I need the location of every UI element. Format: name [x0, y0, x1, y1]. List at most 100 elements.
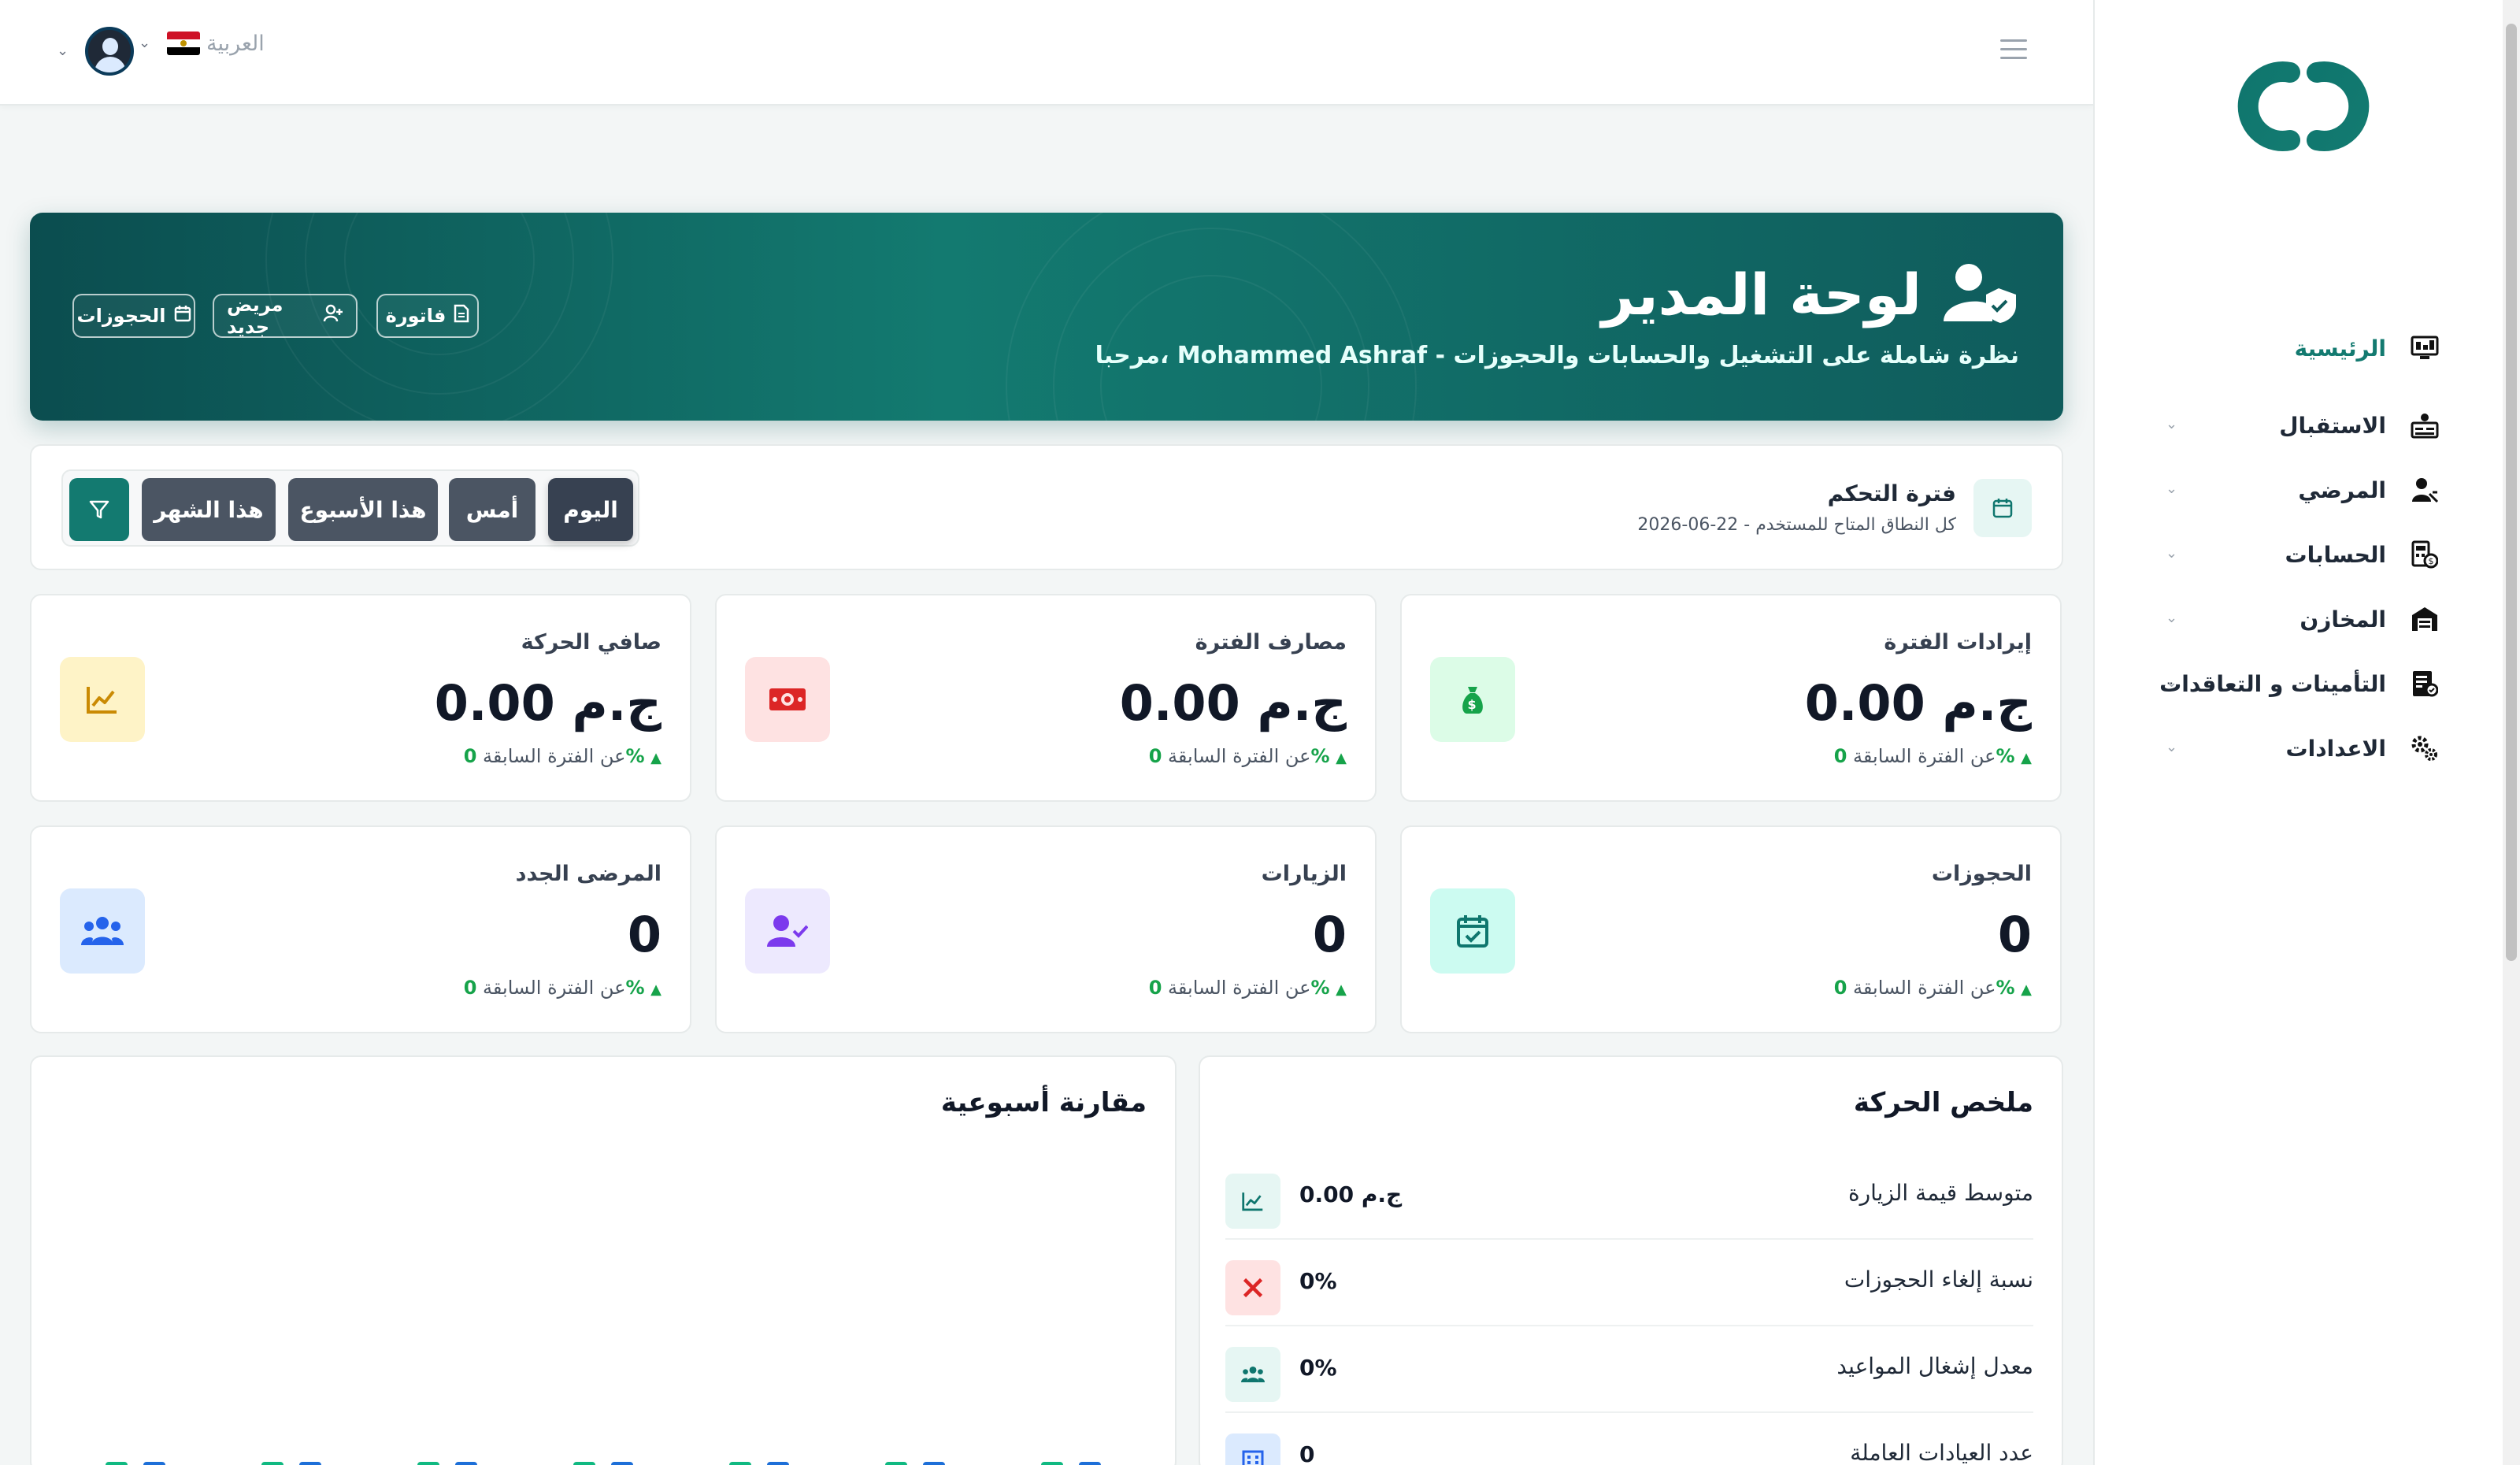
sidebar-item-accounts[interactable]: ⌄ الحسابات $ [2109, 532, 2440, 577]
svg-text:$: $ [2429, 556, 2434, 566]
user-check-icon [745, 888, 830, 974]
summary-title: ملخص الحركة [1853, 1087, 2033, 1118]
chart-bar [767, 1462, 789, 1465]
stat-card-title: إيرادات الفترة [1884, 630, 2032, 655]
sidebar-item-settings[interactable]: ⌄ الاعدادات [2109, 726, 2440, 770]
stat-card-value: ج.م 0.00 [434, 674, 662, 732]
sidebar-item-reception[interactable]: ⌄ الاستقبال [2109, 403, 2440, 447]
period-yesterday-button[interactable]: أمس [449, 478, 536, 541]
hero-banner: لوحة المدير مرحبا، Mohammed Ashraf - نظر… [30, 213, 2063, 421]
chart-bar [729, 1462, 751, 1465]
summary-row-label: معدل إشغال المواعيد [1836, 1353, 2033, 1379]
period-range: 2026-06-22 - كل النطاق المتاح للمستخدم [1637, 515, 1956, 535]
summary-row-label: عدد العيادات العاملة [1850, 1440, 2033, 1465]
invoice-button[interactable]: فاتورة [376, 294, 479, 338]
sidebar: الرئيسية ⌄ الاستقبال ⌄ المرضي ⌄ الحسابات… [2093, 0, 2503, 1465]
summary-row: معدل إشغال المواعيد 0% [1225, 1326, 2033, 1413]
stat-card: الحجوزات 0 عن الفترة السابقة 0% ▲ [1400, 825, 2062, 1033]
chevron-down-icon[interactable]: ⌄ [139, 35, 150, 51]
stat-card-value: ج.م 0.00 [1119, 674, 1347, 732]
chart-bar [1079, 1462, 1101, 1465]
period-week-button[interactable]: هذا الأسبوع [288, 478, 438, 541]
filter-button[interactable] [69, 478, 129, 541]
app-logo [2237, 61, 2370, 151]
summary-row: متوسط قيمة الزيارة 0.00 ج.م [1225, 1153, 2033, 1240]
summary-row-value: 0% [1299, 1268, 1337, 1294]
caret-up-icon: ▲ [650, 981, 662, 998]
sidebar-item-warehouses[interactable]: ⌄ المخازن [2109, 597, 2440, 641]
stat-card-change: عن الفترة السابقة 0% ▲ [463, 977, 662, 999]
patient-icon [2410, 475, 2440, 505]
language-selector[interactable]: العربية [206, 32, 265, 56]
insurance-icon [2410, 669, 2440, 699]
stat-card: صافي الحركة ج.م 0.00 عن الفترة السابقة 0… [30, 594, 691, 802]
chart-bar [923, 1462, 945, 1465]
page-scrollbar[interactable] [2503, 0, 2520, 1465]
caret-up-icon: ▲ [2021, 750, 2032, 766]
chart-line-icon [1225, 1174, 1280, 1229]
stat-card-change: عن الفترة السابقة 0% ▲ [1833, 977, 2032, 999]
new-patient-button[interactable]: مريض جديد [213, 294, 358, 338]
users-icon [60, 888, 145, 974]
summary-row-value: 0 [1299, 1441, 1315, 1465]
page-subtitle: مرحبا، Mohammed Ashraf - نظرة شاملة على … [1095, 342, 2019, 369]
weekly-title: مقارنة أسبوعية [940, 1087, 1147, 1118]
sidebar-item-home[interactable]: الرئيسية [2109, 326, 2440, 370]
chevron-down-icon: ⌄ [2166, 674, 2178, 691]
avatar[interactable] [85, 27, 134, 76]
chart-line-icon [60, 657, 145, 742]
stat-card: المرضى الجدد 0 عن الفترة السابقة 0% ▲ [30, 825, 691, 1033]
sidebar-item-insurance[interactable]: ⌄ التأمينات و التعاقدات [2109, 662, 2440, 706]
money-bag-icon: $ [1430, 657, 1515, 742]
stat-card-change: عن الفترة السابقة 0% ▲ [1833, 745, 2032, 767]
chart-bar [143, 1462, 165, 1465]
stat-card-title: الزيارات [1261, 862, 1347, 886]
stat-card-value: ج.م 0.00 [1804, 674, 2032, 732]
summary-row-value: 0% [1299, 1355, 1337, 1381]
close-icon [1225, 1260, 1280, 1315]
reception-icon [2410, 410, 2440, 440]
stat-card-unit: ج.م [1942, 674, 2032, 732]
stat-card: مصارف الفترة ج.م 0.00 عن الفترة السابقة … [715, 594, 1377, 802]
chart-bar [573, 1462, 595, 1465]
stat-card-change: عن الفترة السابقة 0% ▲ [463, 745, 662, 767]
sidebar-item-patients[interactable]: ⌄ المرضي [2109, 468, 2440, 512]
chart-bar [611, 1462, 633, 1465]
summary-row: نسبة إلغاء الحجوزات 0% [1225, 1240, 2033, 1326]
stat-card-title: الحجوزات [1931, 862, 2032, 886]
period-filter: فترة التحكم 2026-06-22 - كل النطاق المتا… [30, 444, 2063, 570]
chart-bar [1041, 1462, 1063, 1465]
summary-row-label: متوسط قيمة الزيارة [1847, 1180, 2033, 1206]
chart-bar [455, 1462, 477, 1465]
top-bar: العربية ⌄ ⌄ [0, 0, 2093, 106]
summary-row: عدد العيادات العاملة 0 [1225, 1413, 2033, 1465]
stat-card-title: مصارف الفترة [1195, 630, 1347, 655]
menu-toggle-icon[interactable] [2000, 39, 2027, 63]
stat-card-unit: ج.م [1257, 674, 1347, 732]
chevron-down-icon: ⌄ [2166, 739, 2178, 755]
scrollbar-thumb[interactable] [2506, 24, 2517, 961]
bookings-button[interactable]: الحجوزات [72, 294, 195, 338]
stat-card-value: 0 [627, 906, 662, 963]
period-month-button[interactable]: هذا الشهر [142, 478, 276, 541]
calendar-check-icon [1430, 888, 1515, 974]
period-title: فترة التحكم [1827, 480, 1956, 506]
users-icon [1225, 1347, 1280, 1402]
period-segmented-control: اليوم أمس هذا الأسبوع هذا الشهر [61, 469, 639, 547]
calendar-icon [1973, 479, 2032, 537]
chart-bar [299, 1462, 321, 1465]
file-icon [454, 304, 469, 328]
stat-card: الزيارات 0 عن الفترة السابقة 0% ▲ [715, 825, 1377, 1033]
caret-up-icon: ▲ [2021, 981, 2032, 998]
weekly-comparison-panel: مقارنة أسبوعية [30, 1055, 1177, 1465]
stat-card-value: 0 [1312, 906, 1347, 963]
chevron-down-icon: ⌄ [2166, 416, 2178, 432]
caret-up-icon: ▲ [650, 750, 662, 766]
egypt-flag-icon[interactable] [167, 32, 200, 55]
chevron-down-icon[interactable]: ⌄ [57, 43, 69, 59]
user-shield-icon [1940, 261, 2019, 325]
stat-card-unit: ج.م [572, 674, 662, 732]
chart-bar [106, 1462, 128, 1465]
period-today-button[interactable]: اليوم [548, 478, 633, 541]
monitor-icon [2410, 333, 2440, 363]
